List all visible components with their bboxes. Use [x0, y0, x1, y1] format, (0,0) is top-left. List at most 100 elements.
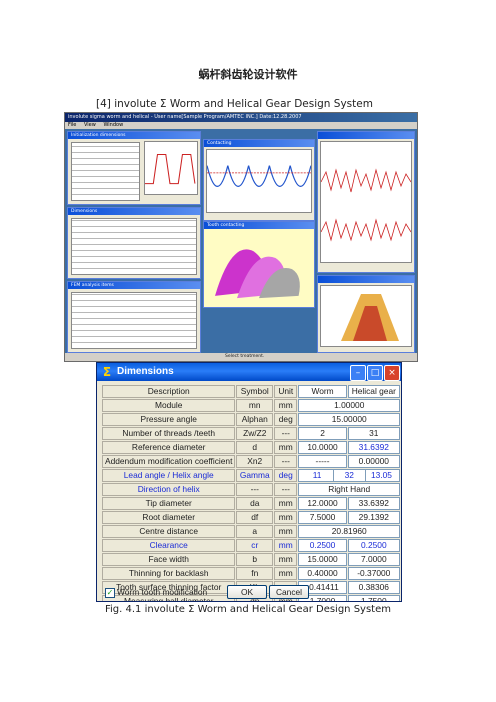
- row-label: Root diameter: [102, 511, 236, 524]
- menu-view[interactable]: View: [84, 122, 96, 128]
- table-row: Face width b mm 15.0000 7.0000: [102, 553, 400, 566]
- row-value-worm[interactable]: 0.40000: [298, 567, 347, 580]
- table-row: Centre distance a mm 20.81960: [102, 525, 400, 538]
- row-value-span[interactable]: 1.00000: [298, 399, 400, 412]
- stress-plot: [320, 285, 412, 347]
- row-value-gear[interactable]: 29.1392: [347, 511, 400, 524]
- signal-window[interactable]: [317, 131, 415, 273]
- row-value-gear[interactable]: 0.00000: [347, 455, 400, 468]
- row-label: Reference diameter: [102, 441, 236, 454]
- row-value-worm[interactable]: 15.0000: [298, 553, 347, 566]
- cancel-button[interactable]: Cancel: [269, 585, 309, 599]
- worm-tooth-modification-checkbox[interactable]: ✓: [105, 588, 115, 598]
- row-label: Thinning for backlash: [102, 567, 236, 580]
- contacting-graph: [206, 149, 312, 214]
- initialization-window-title: Initialization dimensions: [68, 132, 200, 139]
- row-unit: deg: [274, 413, 298, 426]
- row-value-gear[interactable]: -0.37000: [347, 567, 400, 580]
- table-row: Direction of helix --- --- Right Hand: [102, 483, 400, 496]
- row-value-gear[interactable]: 1.7500: [347, 595, 400, 601]
- menu-file[interactable]: File: [68, 122, 76, 128]
- close-icon[interactable]: ×: [384, 365, 400, 381]
- header-unit: Unit: [274, 385, 298, 398]
- lead-angle-part[interactable]: 11: [301, 470, 334, 481]
- row-symbol: Zw/Z2: [236, 427, 274, 440]
- row-symbol: Xn2: [236, 455, 274, 468]
- row-value-worm[interactable]: 10.0000: [298, 441, 347, 454]
- menu-window[interactable]: Window: [103, 122, 123, 128]
- row-value-span[interactable]: 15.00000: [298, 413, 400, 426]
- row-label: Number of threads /teeth: [102, 427, 236, 440]
- row-unit: mm: [274, 497, 298, 510]
- ok-button[interactable]: OK: [227, 585, 267, 599]
- row-unit: mm: [274, 539, 298, 552]
- checkbox-label: Worm tooth modification: [117, 587, 208, 597]
- table-row: Root diameter df mm 7.5000 29.1392: [102, 511, 400, 524]
- header-worm: Worm: [298, 385, 347, 398]
- minimize-icon[interactable]: –: [350, 365, 366, 381]
- app-menu-bar: File View Window: [65, 122, 417, 129]
- row-label: Centre distance: [102, 525, 236, 538]
- lead-angle-part[interactable]: 13.05: [366, 470, 397, 481]
- row-value-worm[interactable]: 2: [298, 427, 347, 440]
- figure-caption: Fig. 4.1 involute Σ Worm and Helical Gea…: [104, 604, 391, 615]
- table-row: Addendum modification coefficient Xn2 --- -…: [102, 455, 400, 468]
- row-value-span[interactable]: Right Hand: [298, 483, 400, 496]
- row-value-gear[interactable]: 33.6392: [347, 497, 400, 510]
- tooth-contacting-window[interactable]: Tooth contacting: [203, 221, 315, 308]
- tooth-contact-view: [204, 229, 314, 307]
- document-title: 蜗杆斜齿轮设计软件: [198, 68, 298, 81]
- row-symbol: b: [236, 553, 274, 566]
- stress-window[interactable]: [317, 275, 415, 353]
- row-value-gear[interactable]: 0.38306: [347, 581, 400, 594]
- row-symbol: mn: [236, 399, 274, 412]
- row-value-gear[interactable]: 7.0000: [347, 553, 400, 566]
- row-label: Addendum modification coefficient: [102, 455, 236, 468]
- sigma-icon: Σ: [102, 365, 112, 379]
- row-symbol: Gamma: [236, 469, 274, 482]
- row-value-gear[interactable]: 0.2500: [347, 539, 400, 552]
- row-unit: mm: [274, 399, 298, 412]
- dialog-title-bar[interactable]: Σ Dimensions – □ ×: [97, 363, 401, 381]
- fem-window[interactable]: FEM analysis items: [67, 281, 201, 353]
- table-row: Lead angle / Helix angle Gamma deg 11 32 13.0…: [102, 469, 400, 482]
- table-header-row: Description Symbol Unit Worm Helical gear: [102, 385, 400, 398]
- table-row: Tip diameter da mm 12.0000 33.6392: [102, 497, 400, 510]
- maximize-icon[interactable]: □: [367, 365, 383, 381]
- row-value-worm[interactable]: 0.2500: [298, 539, 347, 552]
- row-label: Pressure angle: [102, 413, 236, 426]
- row-value-gear[interactable]: 31: [347, 427, 400, 440]
- row-value-gear[interactable]: 31.6392: [347, 441, 400, 454]
- row-unit: ---: [274, 455, 298, 468]
- table-row: Thinning for backlash fn mm 0.40000 -0.37000: [102, 567, 400, 580]
- row-symbol: fn: [236, 567, 274, 580]
- fem-mini-table: [71, 292, 197, 349]
- header-symbol: Symbol: [236, 385, 274, 398]
- row-unit: mm: [274, 567, 298, 580]
- row-value-worm[interactable]: 7.5000: [298, 511, 347, 524]
- row-symbol: a: [236, 525, 274, 538]
- row-symbol: cr: [236, 539, 274, 552]
- rack-profile-graph: [144, 141, 198, 195]
- dialog-title: Dimensions: [117, 366, 174, 377]
- row-unit: ---: [274, 483, 298, 496]
- row-label: Tip diameter: [102, 497, 236, 510]
- lead-angle-part[interactable]: 32: [334, 470, 366, 481]
- row-value-worm[interactable]: -----: [298, 455, 347, 468]
- row-value-span[interactable]: 20.81960: [298, 525, 400, 538]
- lead-angle-field[interactable]: 11 32 13.05: [298, 469, 400, 482]
- table-row: Module mn mm 1.00000: [102, 399, 400, 412]
- row-unit: mm: [274, 553, 298, 566]
- row-label: Clearance: [102, 539, 236, 552]
- tooth-contacting-window-title: Tooth contacting: [204, 222, 314, 229]
- row-unit: ---: [274, 427, 298, 440]
- initialization-fields: [71, 142, 140, 201]
- dimensions-mini-table: [71, 218, 197, 275]
- row-unit: mm: [274, 511, 298, 524]
- contacting-window-title: Contacting: [204, 140, 314, 147]
- initialization-window[interactable]: Initialization dimensions: [67, 131, 201, 205]
- dimensions-window[interactable]: Dimensions: [67, 207, 201, 279]
- row-value-worm[interactable]: 12.0000: [298, 497, 347, 510]
- row-symbol: df: [236, 511, 274, 524]
- contacting-window[interactable]: Contacting: [203, 139, 315, 221]
